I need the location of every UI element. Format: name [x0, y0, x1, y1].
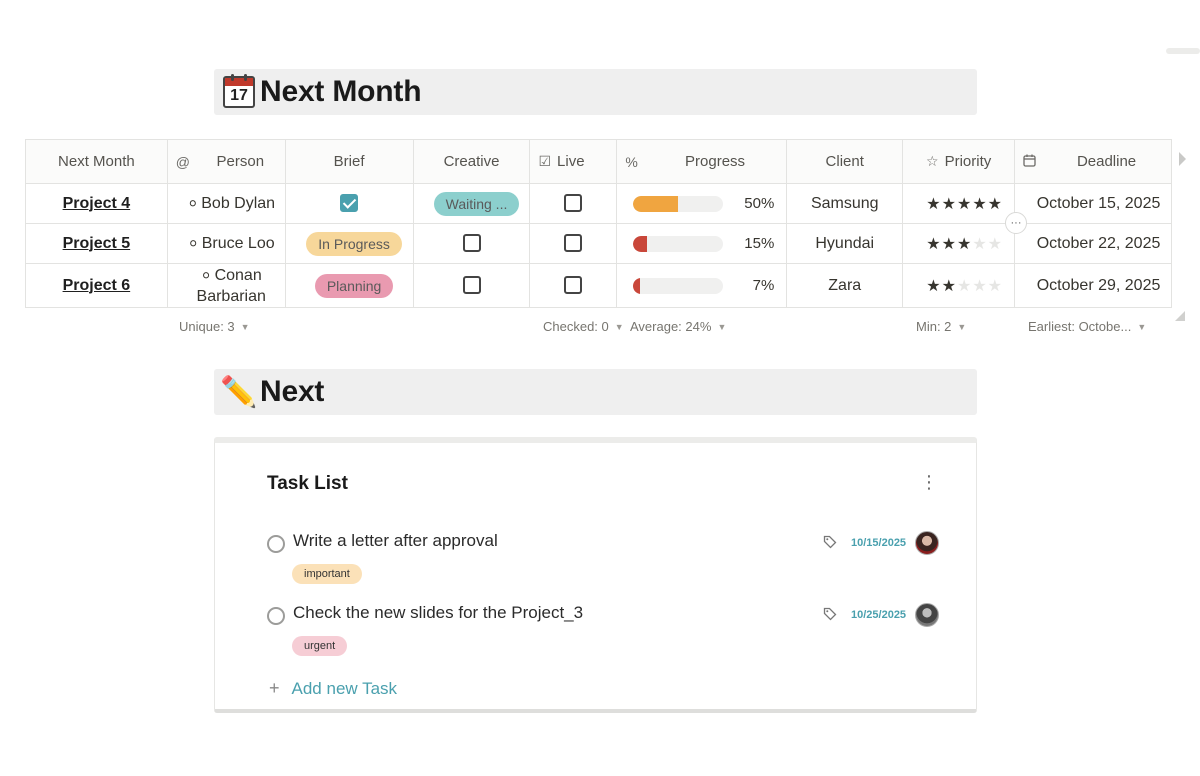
task-text[interactable]: Write a letter after approval — [293, 531, 498, 551]
table-row: Project 5 ⚪ Bruce Loo In Progress 15% Hyu… — [25, 223, 1172, 264]
chevron-down-icon: ▼ — [614, 321, 624, 332]
person-icon: ⚪ — [187, 236, 199, 251]
live-cell[interactable] — [529, 263, 618, 308]
person-cell[interactable]: ⚪ Bob Dylan — [166, 183, 286, 224]
avatar[interactable] — [915, 603, 939, 627]
deadline-cell[interactable]: October 15, 2025 — [1014, 183, 1172, 224]
footer-min[interactable]: Min: 2 ▼ — [916, 319, 966, 334]
project-link[interactable]: Project 6 — [63, 277, 131, 294]
creative-cell[interactable] — [412, 263, 531, 308]
calendar-icon — [1023, 154, 1036, 170]
column-header-live[interactable]: ☑ Live — [529, 139, 618, 184]
project-link[interactable]: Project 5 — [63, 235, 131, 252]
client-cell[interactable]: Hyundai — [786, 223, 904, 264]
top-right-scroll-indicator — [1166, 48, 1200, 54]
section-title: Next Month — [260, 75, 422, 108]
task-tag: urgent — [292, 636, 348, 656]
footer-checked[interactable]: Checked: 0 ▼ — [543, 319, 624, 334]
table-row: Project 6 ⚪ Conan Barbarian Planning 7% Z… — [25, 263, 1172, 308]
person-icon: ⚪ — [200, 267, 212, 283]
progress-cell: 15% — [616, 223, 788, 264]
live-checkbox[interactable] — [564, 234, 583, 253]
section-heading-next-month: 17 Next Month — [214, 69, 977, 115]
task-complete-checkbox[interactable] — [267, 607, 285, 625]
column-header-brief[interactable]: Brief — [284, 139, 414, 184]
chevron-down-icon: ▼ — [1137, 321, 1147, 332]
person-cell[interactable]: ⚪ Conan Barbarian — [166, 263, 286, 308]
column-header-client[interactable]: Client — [786, 139, 904, 184]
calendar-emoji-icon: 17 — [220, 74, 258, 108]
live-checkbox[interactable] — [564, 194, 583, 213]
status-badge: Waiting ... — [433, 191, 520, 216]
task-list-title: Task List — [267, 473, 348, 494]
tag-icon[interactable] — [823, 607, 837, 624]
task-tag: important — [292, 564, 362, 584]
brief-cell[interactable] — [284, 183, 414, 224]
brief-checkbox[interactable] — [340, 194, 359, 213]
task-due-date[interactable]: 10/15/2025 — [851, 537, 906, 549]
footer-earliest[interactable]: Earliest: Octobe... ▼ — [1028, 319, 1146, 334]
priority-stars[interactable]: ★★★★★ — [902, 263, 1016, 308]
priority-stars[interactable]: ★★★★★ — [902, 183, 1016, 224]
task-complete-checkbox[interactable] — [267, 535, 285, 553]
at-icon: @ — [175, 153, 190, 170]
more-vertical-icon[interactable]: ⋮ — [920, 473, 938, 491]
table-row: Project 4 ⚪ Bob Dylan Waiting ... 50% Sam… — [25, 183, 1172, 224]
projects-table: Next Month @ Person Brief Creative ☑ Live … — [25, 139, 1172, 308]
avatar[interactable] — [915, 531, 939, 555]
column-header-name[interactable]: Next Month — [25, 139, 168, 184]
creative-checkbox[interactable] — [462, 234, 481, 253]
progress-bar — [633, 195, 724, 212]
creative-checkbox[interactable] — [462, 276, 481, 295]
status-badge: Planning — [314, 273, 394, 298]
column-header-priority[interactable]: ☆ Priority — [902, 139, 1016, 184]
creative-cell[interactable]: Waiting ... — [412, 183, 531, 224]
add-new-task-label: Add new Task — [291, 678, 398, 698]
chevron-down-icon: ▼ — [240, 321, 250, 332]
percent-icon: % — [625, 153, 638, 170]
status-badge: In Progress — [306, 231, 402, 256]
live-cell[interactable] — [529, 223, 618, 264]
column-header-creative[interactable]: Creative — [412, 139, 531, 184]
task-text[interactable]: Check the new slides for the Project_3 — [293, 603, 583, 623]
client-cell[interactable]: Zara — [786, 263, 904, 308]
person-cell[interactable]: ⚪ Bruce Loo — [166, 223, 286, 264]
section-heading-next: ✏️ Next — [214, 369, 977, 415]
add-new-task-button[interactable]: + Add new Task — [269, 678, 397, 699]
progress-bar — [633, 277, 724, 294]
brief-cell[interactable]: In Progress — [284, 223, 414, 264]
project-link[interactable]: Project 4 — [63, 195, 131, 212]
live-cell[interactable] — [529, 183, 618, 224]
progress-cell: 50% — [616, 183, 788, 224]
deadline-cell[interactable]: October 29, 2025 — [1014, 263, 1172, 308]
chevron-down-icon: ▼ — [717, 321, 727, 332]
footer-unique[interactable]: Unique: 3 ▼ — [179, 319, 250, 334]
footer-average[interactable]: Average: 24% ▼ — [630, 319, 726, 334]
task-due-date[interactable]: 10/25/2025 — [851, 609, 906, 621]
creative-cell[interactable] — [412, 223, 531, 264]
column-header-deadline[interactable]: Deadline — [1014, 139, 1172, 184]
brief-cell[interactable]: Planning — [284, 263, 414, 308]
tag-icon[interactable] — [823, 535, 837, 552]
progress-bar — [633, 235, 724, 252]
deadline-cell[interactable]: October 22, 2025 — [1014, 223, 1172, 264]
task-list-widget: Task List ⋮ Write a letter after approva… — [214, 437, 977, 713]
column-header-person[interactable]: @ Person — [166, 139, 286, 184]
section-title: Next — [260, 375, 325, 408]
column-header-progress[interactable]: % Progress — [616, 139, 788, 184]
client-cell[interactable]: Samsung — [786, 183, 904, 224]
star-outline-icon: ☆ — [926, 153, 939, 169]
priority-stars[interactable]: ★★★★★ — [902, 223, 1016, 264]
resize-handle[interactable] — [1175, 311, 1185, 321]
checkbox-icon: ☑ — [538, 153, 552, 169]
row-more-button[interactable]: ··· — [1005, 212, 1027, 234]
pencil-emoji-icon: ✏️ — [220, 375, 258, 409]
progress-cell: 7% — [616, 263, 788, 308]
chevron-down-icon: ▼ — [957, 321, 967, 332]
plus-icon: + — [269, 678, 280, 698]
expand-right-handle[interactable] — [1179, 152, 1186, 166]
live-checkbox[interactable] — [564, 276, 583, 295]
person-icon: ⚪ — [187, 196, 199, 211]
